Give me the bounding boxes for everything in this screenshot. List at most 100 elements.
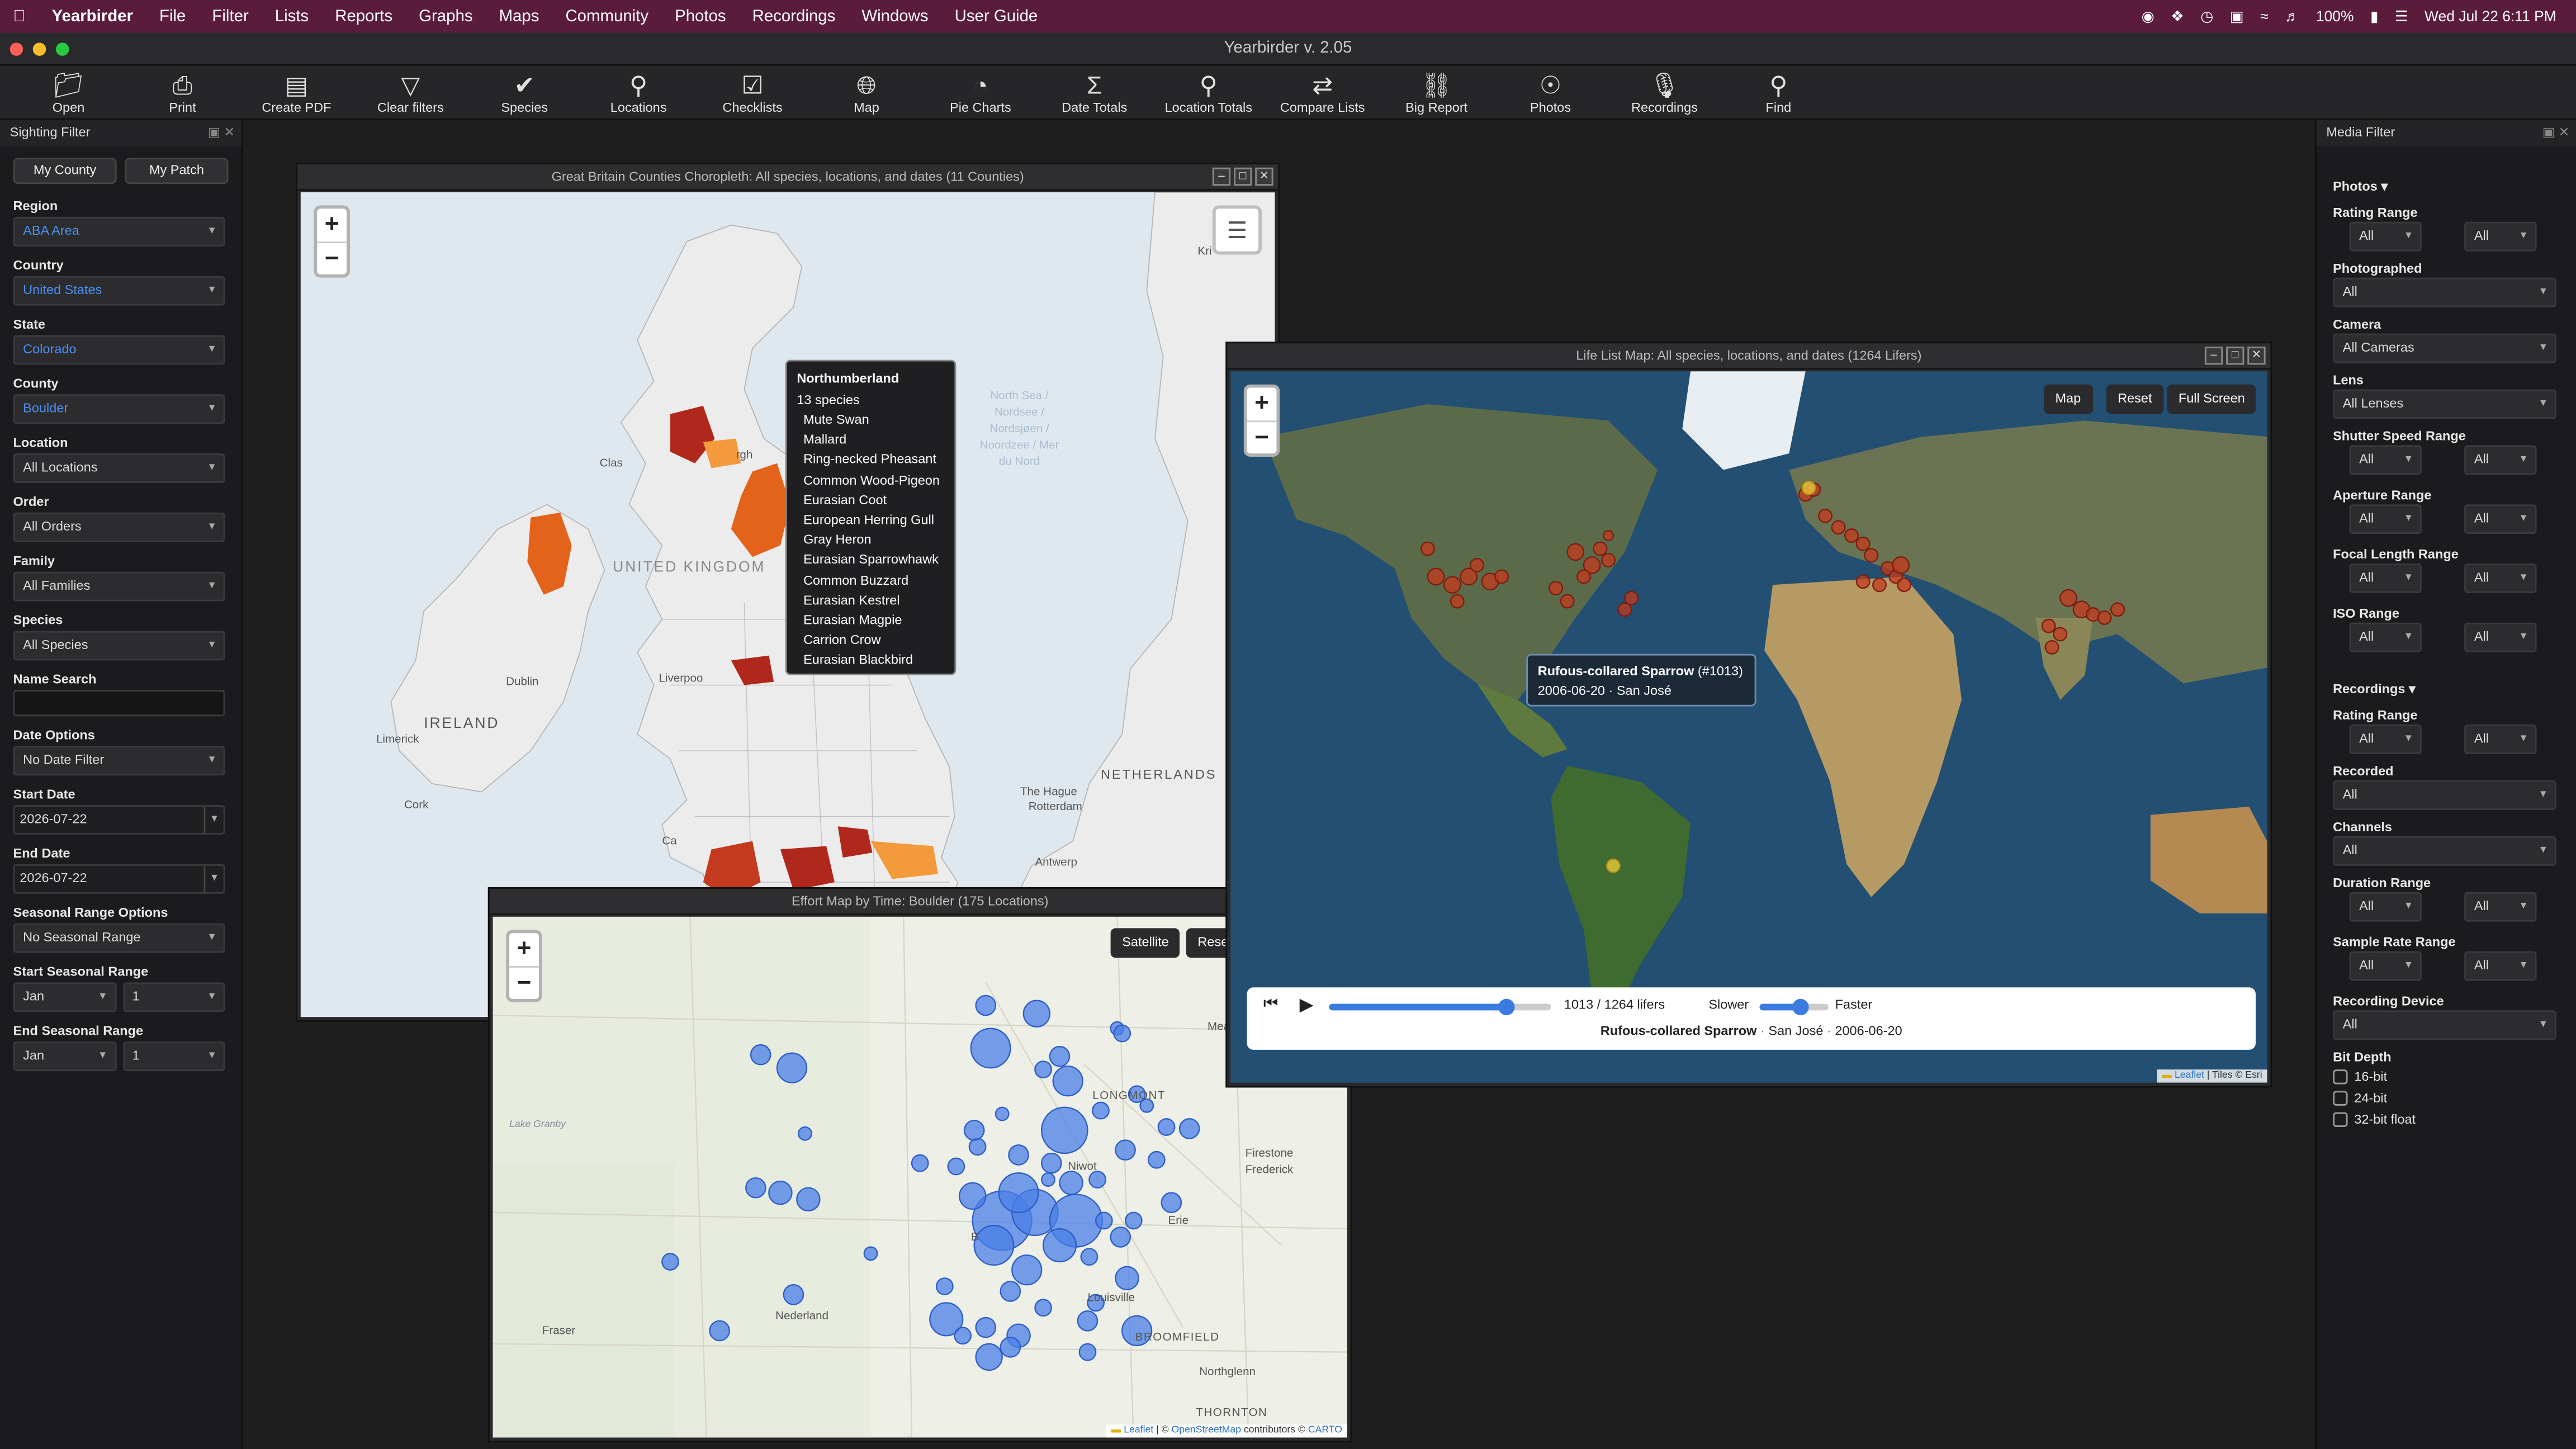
- photos-button[interactable]: ☉ Photos: [1494, 66, 1608, 119]
- effort-map[interactable]: + − Satellite Rese LONGMONT Firestone Fr…: [493, 916, 1347, 1438]
- start-date-field[interactable]: 2026-07-22 ▼: [13, 805, 225, 835]
- checklists-button[interactable]: ☑ Checklists: [695, 66, 809, 119]
- satellite-button[interactable]: Satellite: [1110, 928, 1181, 958]
- recorded-select[interactable]: All ▼: [2333, 780, 2556, 810]
- create-pdf-button[interactable]: ▤ Create PDF: [239, 66, 353, 119]
- order-select[interactable]: All Orders ▼: [13, 512, 225, 542]
- progress-knob[interactable]: [1498, 998, 1515, 1016]
- seasonal-options-select[interactable]: No Seasonal Range ▼: [13, 923, 225, 953]
- dropbox-icon[interactable]: ❖: [2171, 7, 2184, 25]
- camera-select[interactable]: All Cameras ▼: [2333, 333, 2556, 363]
- open-button[interactable]: 📁︎ Open: [12, 66, 126, 119]
- panel-close-icon[interactable]: ▣ ✕: [2542, 120, 2569, 146]
- location-totals-button[interactable]: ⚲ Location Totals: [1152, 66, 1266, 119]
- recordings-button[interactable]: 🎙︎ Recordings: [1608, 66, 1722, 119]
- carto-link[interactable]: CARTO: [1308, 1426, 1342, 1436]
- minimize-icon[interactable]: –: [1212, 167, 1231, 186]
- control-center-icon[interactable]: ☰: [2395, 7, 2408, 25]
- end-date-field[interactable]: 2026-07-22 ▼: [13, 864, 225, 894]
- full-screen-button[interactable]: Full Screen: [2167, 384, 2257, 414]
- menu-maps[interactable]: Maps: [486, 7, 552, 25]
- menu-recordings[interactable]: Recordings: [739, 7, 849, 25]
- reset-view-button[interactable]: Reset: [2106, 384, 2164, 414]
- zoom-window-icon[interactable]: [55, 42, 69, 56]
- my-county-button[interactable]: My County: [13, 158, 117, 184]
- my-patch-button[interactable]: My Patch: [125, 158, 229, 184]
- print-button[interactable]: ⎙ Print: [125, 66, 239, 119]
- region-select[interactable]: ABA Area ▼: [13, 216, 225, 247]
- date-options-select[interactable]: No Date Filter ▼: [13, 746, 225, 776]
- menu-windows[interactable]: Windows: [849, 7, 941, 25]
- zoom-in-button[interactable]: +: [509, 933, 539, 966]
- channels-select[interactable]: All ▼: [2333, 836, 2556, 866]
- menu-reports[interactable]: Reports: [322, 7, 406, 25]
- recording-rating-min[interactable]: All ▼: [2349, 724, 2422, 754]
- compare-lists-button[interactable]: ⇄ Compare Lists: [1266, 66, 1380, 119]
- locations-button[interactable]: ⚲ Locations: [581, 66, 695, 119]
- life-map[interactable]: + − Map Reset Full Screen Rufous-collare…: [1230, 371, 2267, 1083]
- photos-section-toggle[interactable]: Photos ▾: [2317, 146, 2576, 196]
- shutter-max[interactable]: All ▼: [2464, 445, 2537, 475]
- speed-slider[interactable]: [1759, 998, 1829, 1016]
- close-icon[interactable]: ✕: [1255, 167, 1273, 186]
- map-button[interactable]: 🌐︎ Map: [809, 66, 924, 119]
- progress-slider[interactable]: [1329, 998, 1551, 1016]
- clock[interactable]: Wed Jul 22 6:11 PM: [2425, 8, 2556, 25]
- osm-link[interactable]: OpenStreetMap: [1172, 1426, 1241, 1436]
- time-machine-icon[interactable]: ◷: [2200, 7, 2213, 25]
- family-select[interactable]: All Families ▼: [13, 571, 225, 602]
- bit-depth-24-checkbox[interactable]: 24-bit: [2317, 1087, 2576, 1109]
- focal-max[interactable]: All ▼: [2464, 564, 2537, 593]
- menu-community[interactable]: Community: [552, 7, 662, 25]
- focal-min[interactable]: All ▼: [2349, 564, 2422, 593]
- panel-close-icon[interactable]: ▣ ✕: [208, 120, 235, 146]
- iso-min[interactable]: All ▼: [2349, 622, 2422, 652]
- sample-rate-min[interactable]: All ▼: [2349, 951, 2422, 981]
- leaflet-link[interactable]: Leaflet: [2175, 1071, 2204, 1081]
- menu-user-guide[interactable]: User Guide: [941, 7, 1051, 25]
- maximize-icon[interactable]: □: [1234, 167, 1252, 186]
- battery-icon[interactable]: ▮: [2370, 7, 2379, 25]
- aperture-max[interactable]: All ▼: [2464, 504, 2537, 534]
- rewind-button[interactable]: ⏮︎: [1263, 996, 1278, 1014]
- find-button[interactable]: ⚲ Find: [1721, 66, 1835, 119]
- end-month-select[interactable]: Jan ▼: [13, 1041, 116, 1072]
- pie-charts-button[interactable]: ◔ Pie Charts: [924, 66, 1038, 119]
- menu-photos[interactable]: Photos: [662, 7, 740, 25]
- map-toggle-button[interactable]: Map: [2043, 384, 2092, 414]
- country-select[interactable]: United States ▼: [13, 276, 225, 306]
- photographed-select[interactable]: All ▼: [2333, 277, 2556, 307]
- menu-graphs[interactable]: Graphs: [406, 7, 486, 25]
- state-select[interactable]: Colorado ▼: [13, 335, 225, 365]
- device-select[interactable]: All ▼: [2333, 1010, 2556, 1040]
- zoom-out-button[interactable]: −: [317, 242, 347, 274]
- calendar-dropdown-icon[interactable]: ▼: [203, 865, 223, 892]
- big-report-button[interactable]: ⛓ Big Report: [1380, 66, 1494, 119]
- location-select[interactable]: All Locations ▼: [13, 453, 225, 484]
- recording-rating-max[interactable]: All ▼: [2464, 724, 2537, 754]
- minimize-window-icon[interactable]: [32, 42, 46, 56]
- play-button[interactable]: ▶: [1300, 994, 1314, 1015]
- aperture-min[interactable]: All ▼: [2349, 504, 2422, 534]
- menu-app-name[interactable]: Yearbirder: [39, 7, 146, 25]
- minimize-icon[interactable]: –: [2204, 347, 2223, 365]
- display-icon[interactable]: ▣: [2230, 7, 2244, 25]
- zoom-in-button[interactable]: +: [317, 209, 347, 242]
- date-totals-button[interactable]: Σ Date Totals: [1038, 66, 1152, 119]
- recordings-section-toggle[interactable]: Recordings ▾: [2317, 652, 2576, 698]
- zoom-out-button[interactable]: −: [1247, 420, 1277, 453]
- leaflet-link[interactable]: Leaflet: [1124, 1426, 1153, 1436]
- apple-icon[interactable]: : [0, 7, 39, 25]
- maximize-icon[interactable]: □: [2226, 347, 2244, 365]
- photo-rating-max[interactable]: All ▼: [2464, 221, 2537, 252]
- menu-filter[interactable]: Filter: [199, 7, 262, 25]
- start-day-select[interactable]: 1 ▼: [122, 982, 225, 1012]
- sample-rate-max[interactable]: All ▼: [2464, 951, 2537, 981]
- duration-max[interactable]: All ▼: [2464, 892, 2537, 922]
- globe-status-icon[interactable]: ◉: [2142, 7, 2154, 25]
- end-day-select[interactable]: 1 ▼: [122, 1041, 225, 1072]
- volume-icon[interactable]: ♬: [2285, 8, 2299, 25]
- clear-filters-button[interactable]: ▽ Clear filters: [353, 66, 467, 119]
- menu-lists[interactable]: Lists: [262, 7, 321, 25]
- wifi-icon[interactable]: ≈: [2260, 8, 2269, 25]
